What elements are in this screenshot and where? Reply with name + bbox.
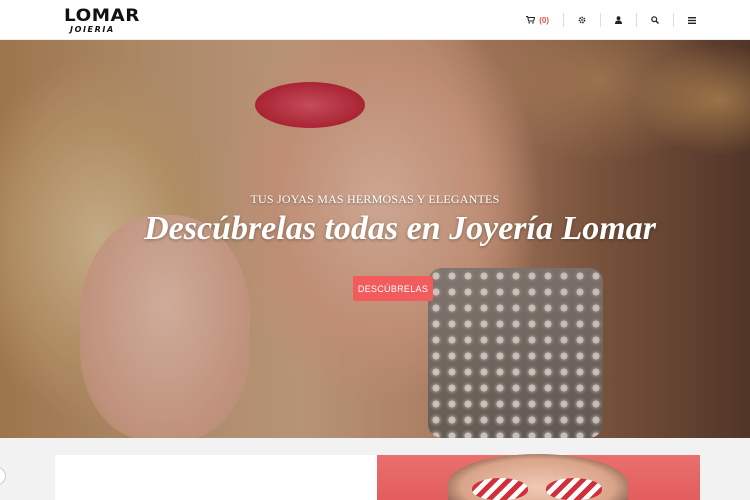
header-nav: (0) [512, 0, 710, 40]
site-header: LOMAR JOIERIA (0) [0, 0, 750, 40]
cart-count: (0) [539, 15, 549, 25]
menu-button[interactable] [673, 13, 710, 27]
brand-subtitle: JOIERIA [70, 25, 115, 34]
brand-logo[interactable]: LOMAR JOIERIA [64, 7, 144, 35]
user-icon [615, 16, 622, 24]
menu-icon [688, 16, 696, 24]
sunglasses-right-lens [546, 478, 602, 500]
search-icon [651, 16, 659, 24]
hero-subtitle: TUS JOYAS MAS HERMOSAS Y ELEGANTES [250, 192, 500, 206]
sunglasses-left-lens [472, 478, 528, 500]
cart-button[interactable]: (0) [512, 13, 563, 27]
promo-photo-sunglasses [472, 478, 602, 500]
cart-icon [526, 16, 536, 24]
content-card [55, 455, 377, 500]
search-button[interactable] [636, 13, 673, 27]
hero-title: Descúbrelas todas en Joyería Lomar [144, 210, 656, 247]
brand-name: LOMAR [64, 6, 140, 26]
settings-button[interactable] [563, 13, 600, 27]
user-button[interactable] [600, 13, 636, 27]
discover-button[interactable]: DESCÚBRELAS [353, 276, 433, 301]
settings-icon [578, 16, 586, 24]
